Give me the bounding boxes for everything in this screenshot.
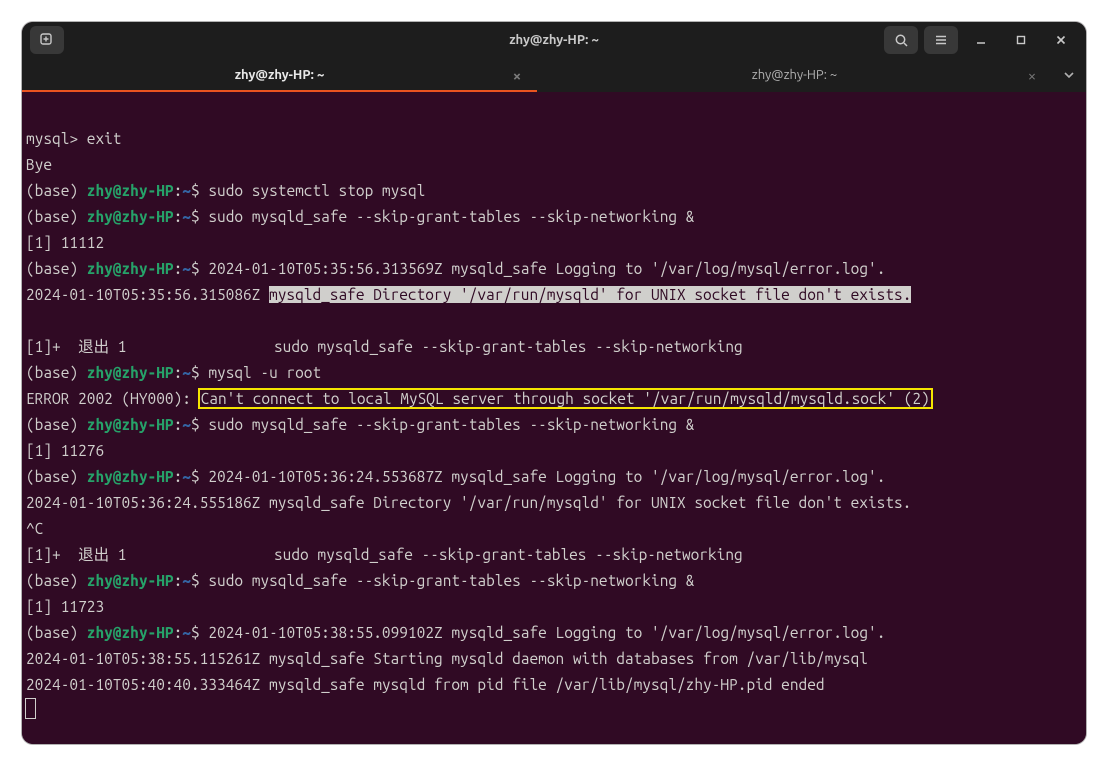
- term-line: [1] 11276: [26, 442, 104, 459]
- minimize-icon: [975, 34, 987, 46]
- tab-close-button[interactable]: ×: [507, 65, 527, 85]
- terminal-content[interactable]: mysql> exit Bye (base) zhy@zhy-HP:~$ sud…: [22, 92, 1086, 744]
- prompt-cwd: ~: [182, 364, 191, 381]
- term-line: 2024-01-10T05:40:40.333464Z mysqld_safe …: [26, 676, 825, 693]
- prompt-base: (base): [26, 260, 87, 277]
- prompt-cwd: ~: [182, 468, 191, 485]
- prompt-base: (base): [26, 572, 87, 589]
- prompt-userhost: zhy@zhy-HP: [87, 260, 174, 277]
- tab-1[interactable]: zhy@zhy-HP: ~ ×: [22, 58, 537, 92]
- prompt-dollar: $: [191, 572, 208, 589]
- prompt-dollar: $: [191, 260, 208, 277]
- selected-text: mysqld_safe Directory '/var/run/mysqld' …: [269, 286, 911, 303]
- term-line: [1] 11723: [26, 598, 104, 615]
- tab-dropdown-button[interactable]: [1052, 58, 1086, 92]
- cursor: [26, 699, 35, 718]
- term-line: [1] 11112: [26, 234, 104, 251]
- prompt-sep: :: [174, 208, 183, 225]
- tab-close-button[interactable]: ×: [1022, 65, 1042, 85]
- chevron-down-icon: [1063, 69, 1075, 81]
- tab-bar: zhy@zhy-HP: ~ × zhy@zhy-HP: ~ ×: [22, 58, 1086, 92]
- prompt-base: (base): [26, 468, 87, 485]
- term-line: ERROR 2002 (HY000):: [26, 390, 200, 407]
- titlebar-controls: [884, 26, 1086, 54]
- prompt-userhost: zhy@zhy-HP: [87, 624, 174, 641]
- term-cmd: sudo systemctl stop mysql: [208, 182, 425, 199]
- prompt-base: (base): [26, 364, 87, 381]
- prompt-base: (base): [26, 182, 87, 199]
- prompt-dollar: $: [191, 364, 208, 381]
- prompt-cwd: ~: [182, 416, 191, 433]
- search-icon: [894, 33, 909, 48]
- new-tab-icon: [39, 32, 55, 48]
- prompt-cwd: ~: [182, 208, 191, 225]
- prompt-cwd: ~: [182, 182, 191, 199]
- term-cmd: sudo mysqld_safe --skip-grant-tables --s…: [208, 208, 694, 225]
- term-cmd: sudo mysqld_safe --skip-grant-tables --s…: [208, 416, 694, 433]
- term-line: mysql> exit: [26, 130, 121, 147]
- term-out: 2024-01-10T05:38:55.099102Z mysqld_safe …: [208, 624, 885, 641]
- close-icon: [1055, 34, 1067, 46]
- menu-button[interactable]: [924, 26, 958, 54]
- new-tab-button[interactable]: [30, 26, 64, 54]
- close-button[interactable]: [1044, 26, 1078, 54]
- tab-label: zhy@zhy-HP: ~: [235, 68, 325, 82]
- prompt-sep: :: [174, 182, 183, 199]
- tab-label: zhy@zhy-HP: ~: [752, 68, 837, 82]
- term-cmd: mysql -u root: [208, 364, 321, 381]
- maximize-button[interactable]: [1004, 26, 1038, 54]
- prompt-userhost: zhy@zhy-HP: [87, 468, 174, 485]
- prompt-base: (base): [26, 208, 87, 225]
- prompt-dollar: $: [191, 182, 208, 199]
- term-line: 2024-01-10T05:38:55.115261Z mysqld_safe …: [26, 650, 868, 667]
- terminal-window: zhy@zhy-HP: ~: [22, 22, 1086, 744]
- prompt-base: (base): [26, 624, 87, 641]
- prompt-dollar: $: [191, 208, 208, 225]
- prompt-userhost: zhy@zhy-HP: [87, 208, 174, 225]
- term-line: 2024-01-10T05:36:24.555186Z mysqld_safe …: [26, 494, 911, 511]
- term-line: [1]+ 退出 1 sudo mysqld_safe --skip-grant-…: [26, 338, 743, 355]
- minimize-button[interactable]: [964, 26, 998, 54]
- prompt-cwd: ~: [182, 260, 191, 277]
- term-cmd: sudo mysqld_safe --skip-grant-tables --s…: [208, 572, 694, 589]
- term-line: 2024-01-10T05:35:56.315086Z: [26, 286, 269, 303]
- prompt-userhost: zhy@zhy-HP: [87, 416, 174, 433]
- maximize-icon: [1015, 34, 1027, 46]
- prompt-userhost: zhy@zhy-HP: [87, 182, 174, 199]
- term-line: [1]+ 退出 1 sudo mysqld_safe --skip-grant-…: [26, 546, 743, 563]
- titlebar: zhy@zhy-HP: ~: [22, 22, 1086, 58]
- prompt-sep: :: [174, 364, 183, 381]
- hamburger-icon: [934, 33, 948, 47]
- tab-2[interactable]: zhy@zhy-HP: ~ ×: [537, 58, 1052, 92]
- prompt-dollar: $: [191, 468, 208, 485]
- prompt-sep: :: [174, 468, 183, 485]
- prompt-sep: :: [174, 416, 183, 433]
- prompt-sep: :: [174, 572, 183, 589]
- term-out: 2024-01-10T05:36:24.553687Z mysqld_safe …: [208, 468, 885, 485]
- prompt-base: (base): [26, 416, 87, 433]
- prompt-userhost: zhy@zhy-HP: [87, 572, 174, 589]
- term-line: ^C: [26, 520, 43, 537]
- term-out: 2024-01-10T05:35:56.313569Z mysqld_safe …: [208, 260, 885, 277]
- prompt-cwd: ~: [182, 624, 191, 641]
- term-line: Bye: [26, 156, 52, 173]
- highlighted-error: Can't connect to local MySQL server thro…: [200, 390, 931, 407]
- prompt-userhost: zhy@zhy-HP: [87, 364, 174, 381]
- prompt-dollar: $: [191, 624, 208, 641]
- search-button[interactable]: [884, 26, 918, 54]
- prompt-cwd: ~: [182, 572, 191, 589]
- prompt-dollar: $: [191, 416, 208, 433]
- prompt-sep: :: [174, 260, 183, 277]
- prompt-sep: :: [174, 624, 183, 641]
